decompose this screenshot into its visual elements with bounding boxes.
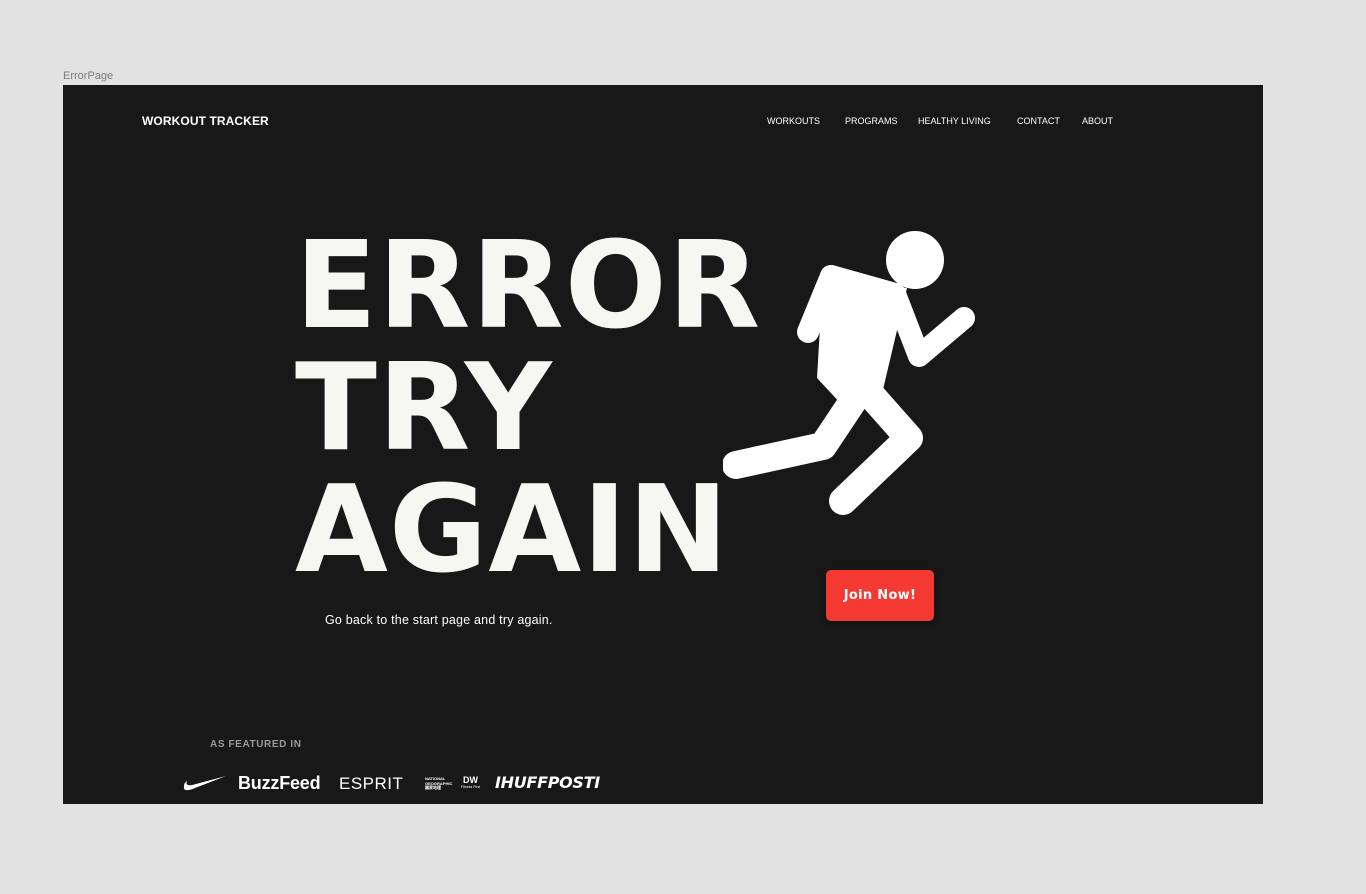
dw-mark: DW bbox=[463, 775, 479, 785]
nav-workouts[interactable]: WORKOUTS bbox=[767, 116, 820, 126]
error-headline: ERROR TRY AGAIN bbox=[295, 226, 761, 592]
dw-subtitle: Fitness First bbox=[461, 785, 481, 789]
error-subtext: Go back to the start page and try again. bbox=[325, 613, 553, 627]
esprit-logo: ESPRIT bbox=[339, 774, 404, 793]
error-page: WORKOUT TRACKER WORKOUTS PROGRAMS HEALTH… bbox=[63, 85, 1263, 804]
running-man-icon bbox=[723, 231, 975, 515]
headline-line-2: TRY bbox=[295, 339, 553, 478]
dw-fitness-logo: DW Fitness First bbox=[461, 775, 481, 790]
headline-line-3: AGAIN bbox=[295, 461, 730, 600]
nav-healthy-living[interactable]: HEALTHY LIVING bbox=[918, 116, 991, 126]
headline-line-1: ERROR bbox=[295, 217, 762, 356]
nike-logo-icon bbox=[183, 776, 226, 791]
nav-programs[interactable]: PROGRAMS bbox=[845, 116, 898, 126]
nav-contact[interactable]: CONTACT bbox=[1017, 116, 1060, 126]
brand-logo[interactable]: WORKOUT TRACKER bbox=[142, 114, 269, 128]
featured-label: AS FEATURED IN bbox=[210, 739, 302, 750]
join-now-button[interactable]: Join Now! bbox=[826, 570, 934, 621]
buzzfeed-logo: BuzzFeed bbox=[238, 773, 321, 793]
huffpost-logo: IHUFFPOSTI bbox=[495, 773, 600, 792]
nav-about[interactable]: ABOUT bbox=[1082, 116, 1113, 126]
national-geographic-logo: NATIONAL GEOGRAPHIC 國家地理 bbox=[425, 776, 453, 790]
frame-label: ErrorPage bbox=[63, 70, 114, 82]
